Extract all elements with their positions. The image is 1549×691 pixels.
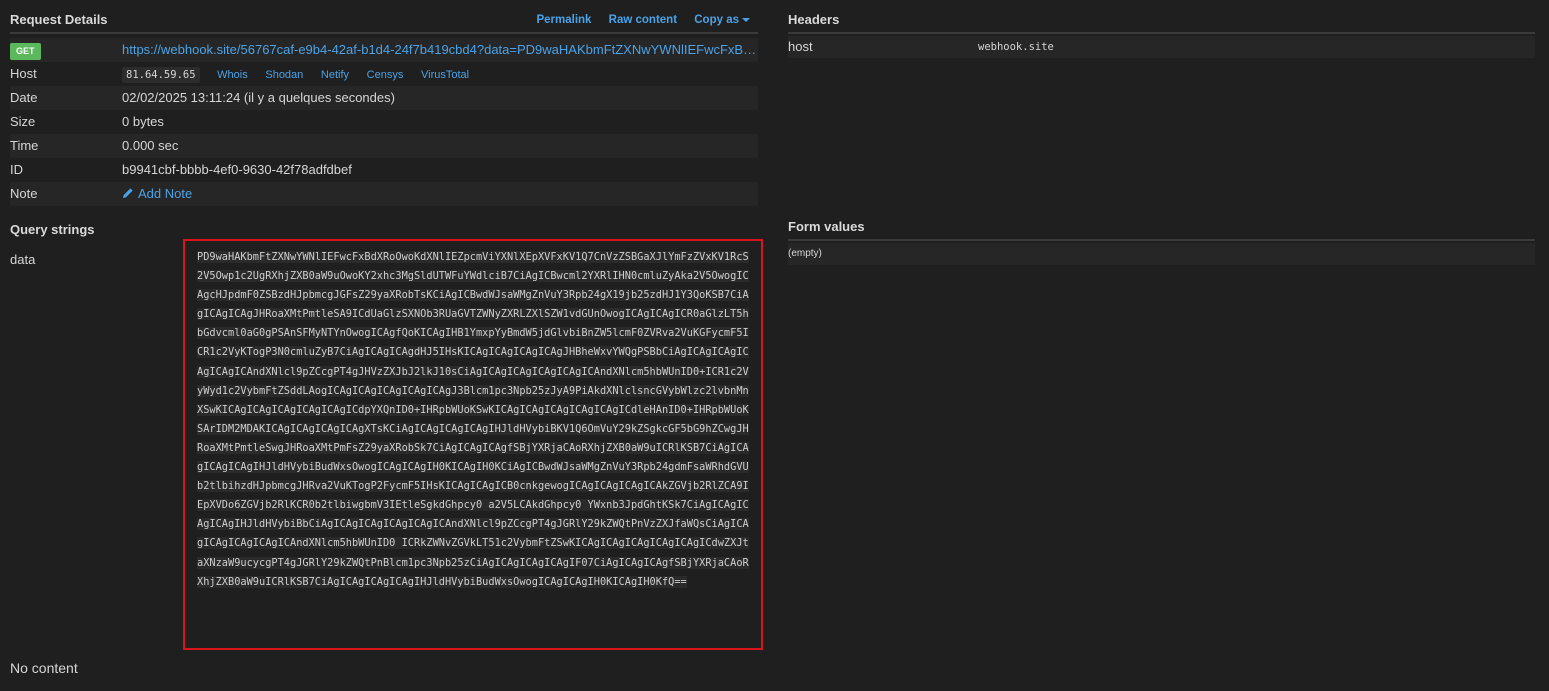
raw-content-link[interactable]: Raw content — [609, 14, 677, 26]
add-note-button[interactable]: Add Note — [122, 186, 192, 201]
form-values-empty: (empty) — [788, 243, 1535, 265]
date-value: 02/02/2025 13:11:24 (il y a quelques sec… — [122, 90, 395, 105]
form-values-header: Form values — [788, 207, 1535, 241]
request-details-panel: Request Details Permalink Raw content Co… — [10, 0, 758, 206]
host-label: Host — [10, 66, 37, 81]
url-row: GET https://webhook.site/56767caf-e9b4-4… — [10, 38, 758, 62]
form-values-panel: Form values (empty) — [788, 207, 1535, 265]
id-value: b9941cbf-bbbb-4ef0-9630-42f78adfdbef — [122, 162, 352, 177]
virustotal-link[interactable]: VirusTotal — [421, 69, 469, 81]
netify-link[interactable]: Netify — [321, 69, 349, 81]
date-label: Date — [10, 90, 38, 105]
copy-as-dropdown[interactable]: Copy as — [694, 14, 750, 26]
query-strings-header: Query strings — [10, 210, 758, 239]
shodan-link[interactable]: Shodan — [265, 69, 303, 81]
time-value: 0.000 sec — [122, 138, 179, 153]
size-value: 0 bytes — [122, 114, 164, 129]
note-label: Note — [10, 186, 38, 201]
size-row: Size 0 bytes — [10, 110, 758, 134]
request-details-title: Request Details — [10, 12, 108, 27]
note-row: Note Add Note — [10, 182, 758, 206]
host-links: Whois Shodan Netify Censys VirusTotal — [203, 66, 469, 81]
query-key-data: data — [10, 252, 36, 267]
add-note-label: Add Note — [138, 186, 193, 201]
caret-down-icon — [742, 17, 750, 22]
query-strings-panel: Query strings — [10, 210, 758, 239]
headers-panel: Headers host webhook.site — [788, 0, 1535, 58]
host-row: Host 81.64.59.65 Whois Shodan Netify Cen… — [10, 62, 758, 86]
request-url-link[interactable]: https://webhook.site/56767caf-e9b4-42af-… — [122, 38, 758, 62]
id-row: ID b9941cbf-bbbb-4ef0-9630-42f78adfdbef — [10, 158, 758, 182]
query-strings-title: Query strings — [10, 222, 95, 237]
no-content-text: No content — [10, 660, 78, 676]
header-key: host — [788, 39, 813, 54]
query-value-box: PD9waHAKbmFtZXNwYWNlIEFwcFxBdXRoOwoKdXNl… — [183, 239, 763, 650]
host-ip: 81.64.59.65 — [122, 67, 200, 83]
time-row: Time 0.000 sec — [10, 134, 758, 158]
header-row: host webhook.site — [788, 36, 1535, 58]
query-value-text[interactable]: PD9waHAKbmFtZXNwYWNlIEFwcFxBdXRoOwoKdXNl… — [197, 248, 751, 592]
id-label: ID — [10, 162, 23, 177]
request-details-header: Request Details Permalink Raw content Co… — [10, 0, 758, 34]
size-label: Size — [10, 114, 36, 129]
pencil-icon — [123, 188, 133, 198]
date-row: Date 02/02/2025 13:11:24 (il y a quelque… — [10, 86, 758, 110]
request-actions: Permalink Raw content Copy as — [522, 14, 750, 26]
headers-title: Headers — [788, 12, 840, 27]
headers-header: Headers — [788, 0, 1535, 34]
whois-link[interactable]: Whois — [217, 69, 248, 81]
copy-as-label: Copy as — [694, 14, 739, 26]
form-values-title: Form values — [788, 219, 865, 234]
censys-link[interactable]: Censys — [367, 69, 404, 81]
method-badge: GET — [10, 43, 41, 60]
permalink-link[interactable]: Permalink — [536, 14, 591, 26]
header-value: webhook.site — [978, 41, 1054, 53]
time-label: Time — [10, 138, 39, 153]
